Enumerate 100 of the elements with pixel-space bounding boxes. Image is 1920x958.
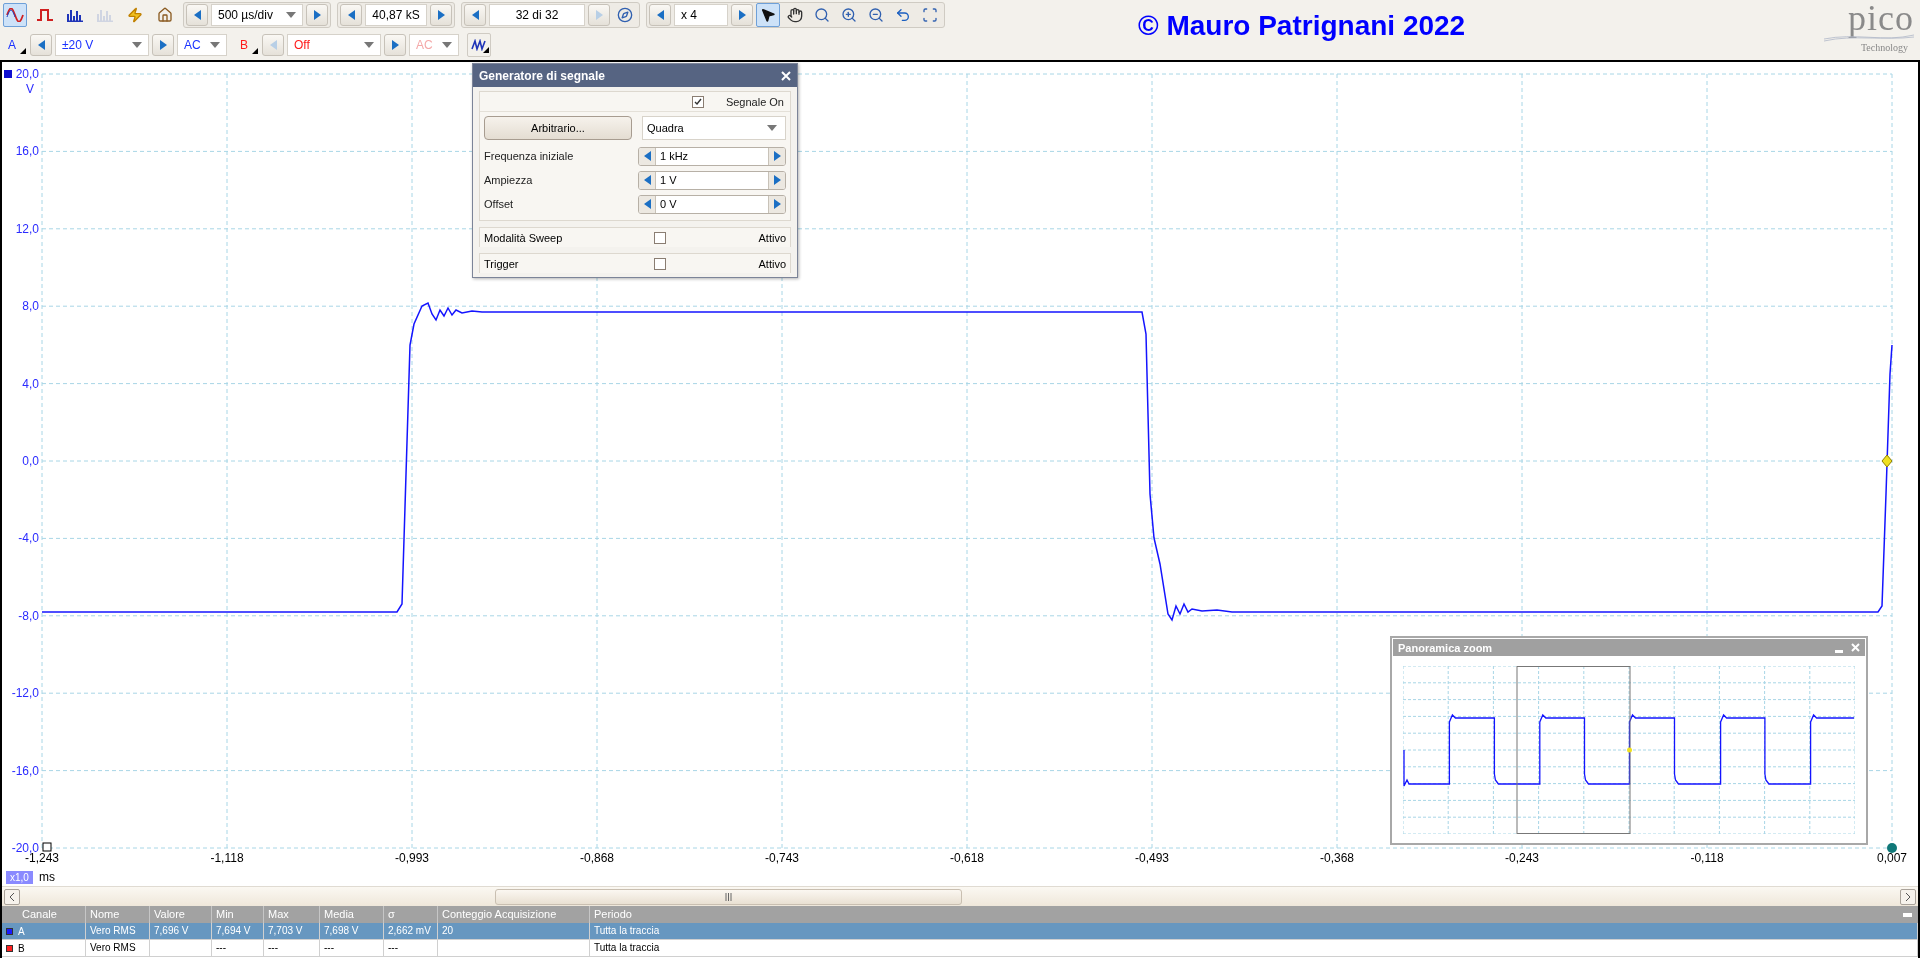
zoom-out-icon [868,7,884,23]
increment-button[interactable] [769,171,785,189]
column-header: Periodo [593,907,632,922]
table-cell: Vero RMS [86,923,150,939]
axis-label: -0,493 [1134,851,1170,865]
left-triangle-icon [656,10,664,20]
spin-field[interactable]: 1 V [638,170,786,190]
step-right-button[interactable] [430,4,452,26]
axis-label: -0,618 [949,851,985,865]
timebase-dropdown[interactable]: 500 µs/div [211,4,303,26]
step-right-button[interactable] [731,4,753,26]
hand-icon [787,7,803,23]
step-left-button[interactable] [30,34,52,56]
axis-label: -16,0 [10,763,40,778]
waveform-dropdown[interactable]: Quadra [642,116,786,140]
step-left-button[interactable] [340,4,362,26]
zoom-field[interactable]: x 4 [674,4,728,26]
view-mode-button[interactable] [3,3,27,27]
axis-label: -1,118 [209,851,245,865]
axis-label: -4,0 [17,531,40,546]
table-cell: Tutta la traccia [590,923,1918,939]
channel-button[interactable]: A [5,33,27,57]
decrement-button[interactable] [639,195,655,213]
step-right-button[interactable] [384,34,406,56]
left-triangle-icon [347,10,355,20]
spin-field[interactable]: 1 kHz [638,146,786,166]
caret-icon [767,125,777,131]
step-left-button[interactable] [186,4,208,26]
field-label: Frequenza iniziale [484,150,574,162]
axis-unit: V [26,82,34,96]
step-left-button[interactable] [464,4,486,26]
step-left-button[interactable] [649,4,671,26]
left-triangle-icon [643,199,651,209]
logo-subtitle: Technology [1860,42,1908,53]
table-cell: --- [212,940,264,956]
checkbox[interactable] [691,95,704,108]
decrement-button[interactable] [639,171,655,189]
left-triangle-icon [193,10,201,20]
right-triangle-icon [773,151,781,161]
bar-graph-icon [66,8,84,22]
samples-field[interactable]: 40,87 kS [365,4,427,26]
undo-icon [895,7,911,23]
chevron-left-icon [9,892,15,901]
caret-icon [132,42,142,48]
axis-label: 16,0 [14,144,40,159]
axis-label: 20,0 [15,67,40,81]
axis-label: -8,0 [17,608,40,623]
trigger-dot-icon [1627,747,1632,753]
axis-label: 0,0 [21,453,40,468]
right-triangle-icon [738,10,746,20]
spin-field[interactable]: 0 V [638,194,786,214]
checkbox[interactable] [654,257,666,270]
magnifier-icon [814,7,830,23]
square-wave-icon [36,8,54,22]
corner-triangle-icon [20,48,26,54]
pointer-icon [760,7,776,23]
caret-icon [442,42,452,48]
axis-label: 4,0 [21,376,40,391]
increment-button[interactable] [769,195,785,213]
range-dropdown[interactable]: Off [287,34,381,56]
decrement-button[interactable] [639,147,655,165]
left-triangle-icon [37,40,45,50]
axis-label: -0,743 [764,851,800,865]
scroll-right-button[interactable] [1900,888,1916,905]
step-right-button[interactable] [152,34,174,56]
panel-title: Generatore di segnale [479,68,606,83]
left-triangle-icon [471,10,479,20]
table-cell: 20 [438,923,590,939]
zoom-in-icon [841,7,857,23]
checkbox[interactable] [654,231,666,244]
caret-icon [286,12,296,18]
step-right-button[interactable] [306,4,328,26]
scroll-thumb[interactable] [495,888,962,905]
ruler-dot-icon [1887,843,1897,853]
right-triangle-icon [313,10,321,20]
arbitrary-button[interactable]: Arbitrario... [484,116,632,140]
compass-icon [617,7,633,23]
increment-button[interactable] [769,147,785,165]
right-triangle-icon [391,40,399,50]
left-triangle-icon [269,40,277,50]
option-label: Trigger [484,257,520,270]
bar-graph-icon [96,8,114,22]
chevron-right-icon [1905,892,1911,901]
zoom-factor-tag: x1,0 [6,870,33,884]
range-dropdown[interactable]: ±20 V [55,34,149,56]
signal-generator-button[interactable] [467,33,491,57]
tool-button[interactable] [756,3,780,27]
close-button[interactable] [781,70,791,81]
buffer-field[interactable]: 32 di 32 [489,4,585,26]
table-row[interactable]: B Vero RMS --- --- --- --- Tutta la traccia [2,940,1918,957]
checkbox-label: Segnale On [725,95,784,108]
view-window-frame[interactable] [1516,666,1631,834]
coupling-dropdown[interactable]: AC [177,34,227,56]
table-cell: Tutta la traccia [590,940,1918,956]
minimize-icon [1903,912,1912,917]
right-triangle-icon [595,10,603,20]
right-triangle-icon [773,199,781,209]
axis-label: 12,0 [14,221,40,236]
scroll-left-button[interactable] [4,888,20,905]
left-triangle-icon [643,151,651,161]
